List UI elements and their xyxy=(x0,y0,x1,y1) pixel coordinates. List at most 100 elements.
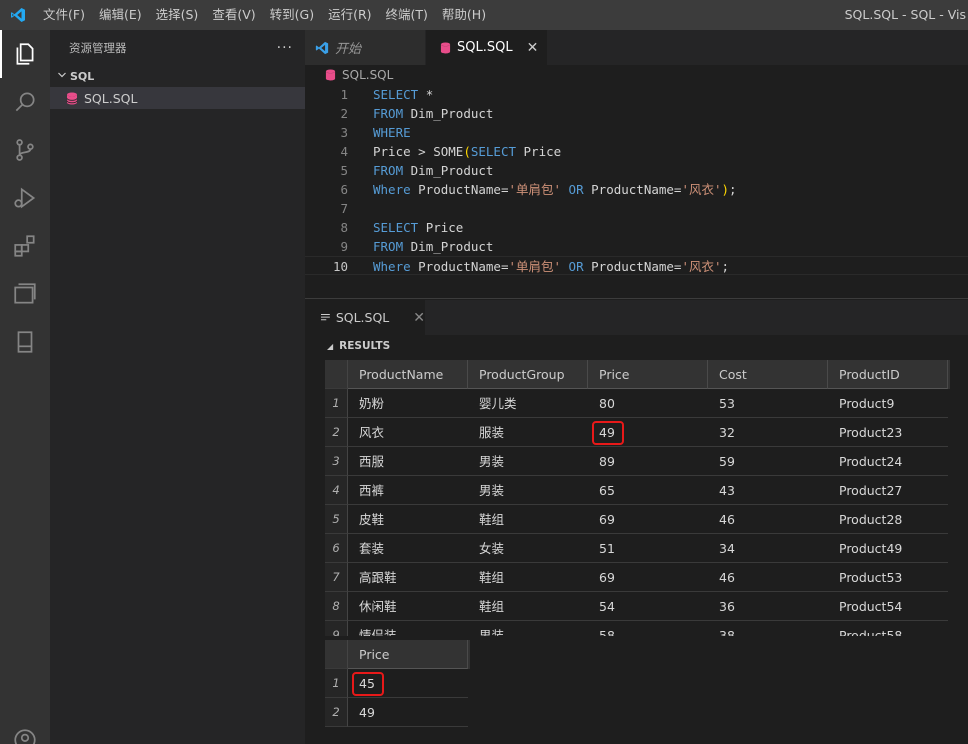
menu-item[interactable]: 编辑(E) xyxy=(92,0,149,30)
table-row[interactable]: 3 西服 男装 89 59 Product24 xyxy=(325,447,950,476)
table-cell[interactable]: 80 xyxy=(588,389,708,418)
menu-item[interactable]: 转到(G) xyxy=(263,0,321,30)
code-line[interactable]: 1 SELECT * xyxy=(305,85,968,104)
menu-item[interactable]: 查看(V) xyxy=(205,0,262,30)
table-cell[interactable]: 奶粉 xyxy=(348,389,468,418)
notebook-icon[interactable] xyxy=(0,318,50,366)
table-cell[interactable]: 鞋组 xyxy=(468,505,588,534)
table-cell[interactable]: Product53 xyxy=(828,563,948,592)
column-header[interactable]: Price xyxy=(588,360,708,389)
table-cell[interactable]: Product27 xyxy=(828,476,948,505)
extensions-icon[interactable] xyxy=(0,222,50,270)
table-cell[interactable]: 89 xyxy=(588,447,708,476)
table-cell[interactable]: 59 xyxy=(708,447,828,476)
table-cell[interactable]: 男装 xyxy=(468,621,588,636)
table-row[interactable]: 4 西裤 男装 65 43 Product27 xyxy=(325,476,950,505)
table-cell[interactable]: 38 xyxy=(708,621,828,636)
table-row[interactable]: 9 情侣装 男装 58 38 Product58 xyxy=(325,621,950,636)
table-cell[interactable]: 高跟鞋 xyxy=(348,563,468,592)
code-line[interactable]: 10 Where ProductName='单肩包' OR ProductName… xyxy=(305,256,968,275)
table-cell[interactable]: 34 xyxy=(708,534,828,563)
table-cell[interactable]: 36 xyxy=(708,592,828,621)
table-cell[interactable]: 43 xyxy=(708,476,828,505)
code-editor[interactable]: 1 SELECT * 2 FROM Dim_Product 3 WHERE 4 Price >… xyxy=(305,85,968,285)
code-line[interactable]: 5 FROM Dim_Product xyxy=(305,161,968,180)
table-cell[interactable]: 鞋组 xyxy=(468,563,588,592)
breadcrumb[interactable]: SQL.SQL xyxy=(305,65,393,85)
table-cell[interactable]: 65 xyxy=(588,476,708,505)
table-cell[interactable]: 53 xyxy=(708,389,828,418)
column-header[interactable]: ProductName xyxy=(348,360,468,389)
table-cell[interactable]: 休闲鞋 xyxy=(348,592,468,621)
code-line[interactable]: 8 SELECT Price xyxy=(305,218,968,237)
column-header[interactable]: Price xyxy=(348,640,468,669)
code-line[interactable]: 6 Where ProductName='单肩包' OR ProductName=… xyxy=(305,180,968,199)
code-line[interactable]: 9 FROM Dim_Product xyxy=(305,237,968,256)
connections-icon[interactable] xyxy=(0,270,50,318)
code-line[interactable]: 7 xyxy=(305,199,968,218)
table-row[interactable]: 8 休闲鞋 鞋组 54 36 Product54 xyxy=(325,592,950,621)
code-line[interactable]: 2 FROM Dim_Product xyxy=(305,104,968,123)
results-header[interactable]: ◢ RESULTS xyxy=(327,340,390,352)
table-cell[interactable]: Product23 xyxy=(828,418,948,447)
table-row[interactable]: 2 49 xyxy=(325,698,470,727)
table-cell[interactable]: 皮鞋 xyxy=(348,505,468,534)
table-cell[interactable]: 西服 xyxy=(348,447,468,476)
table-cell[interactable]: Product9 xyxy=(828,389,948,418)
close-icon[interactable]: ✕ xyxy=(413,310,425,326)
file-sql-sql[interactable]: SQL.SQL xyxy=(50,87,305,109)
code-line[interactable]: 4 Price > SOME(SELECT Price xyxy=(305,142,968,161)
column-header[interactable]: Cost xyxy=(708,360,828,389)
table-cell[interactable]: 服装 xyxy=(468,418,588,447)
table-cell[interactable]: 54 xyxy=(588,592,708,621)
table-cell[interactable]: 风衣 xyxy=(348,418,468,447)
account-icon[interactable] xyxy=(0,716,50,744)
table-cell[interactable]: Product49 xyxy=(828,534,948,563)
table-cell[interactable]: 51 xyxy=(588,534,708,563)
results-grid-2[interactable]: Price 1 45 2 49 xyxy=(325,640,470,727)
table-cell[interactable]: 男装 xyxy=(468,447,588,476)
code-line[interactable]: 3 WHERE xyxy=(305,123,968,142)
table-cell[interactable]: Product28 xyxy=(828,505,948,534)
table-cell[interactable]: 46 xyxy=(708,505,828,534)
menu-item[interactable]: 选择(S) xyxy=(149,0,206,30)
results-grid-1[interactable]: ProductName ProductGroup Price Cost ProductI… xyxy=(325,360,950,636)
table-cell[interactable]: 情侣装 xyxy=(348,621,468,636)
table-cell[interactable]: Product58 xyxy=(828,621,948,636)
results-tab-sql[interactable]: SQL.SQL ✕ xyxy=(305,300,425,335)
table-row[interactable]: 1 奶粉 婴儿类 80 53 Product9 xyxy=(325,389,950,418)
table-cell[interactable]: 32 xyxy=(708,418,828,447)
table-cell[interactable]: 婴儿类 xyxy=(468,389,588,418)
column-header[interactable]: ProductGroup xyxy=(468,360,588,389)
close-icon[interactable]: ✕ xyxy=(527,40,539,56)
table-cell[interactable]: 49 xyxy=(588,418,708,447)
table-row[interactable]: 7 高跟鞋 鞋组 69 46 Product53 xyxy=(325,563,950,592)
tab-start[interactable]: 开始 xyxy=(305,30,426,65)
table-cell[interactable]: 鞋组 xyxy=(468,592,588,621)
explorer-icon[interactable] xyxy=(0,30,50,78)
run-debug-icon[interactable] xyxy=(0,174,50,222)
table-cell[interactable]: 58 xyxy=(588,621,708,636)
column-header[interactable]: ProductID xyxy=(828,360,948,389)
source-control-icon[interactable] xyxy=(0,126,50,174)
table-cell[interactable]: 套装 xyxy=(348,534,468,563)
table-cell[interactable]: 49 xyxy=(348,698,468,727)
table-cell[interactable]: Product24 xyxy=(828,447,948,476)
menu-item[interactable]: 终端(T) xyxy=(379,0,435,30)
table-row[interactable]: 6 套装 女装 51 34 Product49 xyxy=(325,534,950,563)
table-cell[interactable]: Product54 xyxy=(828,592,948,621)
table-cell[interactable]: 69 xyxy=(588,563,708,592)
table-cell[interactable]: 西裤 xyxy=(348,476,468,505)
tab-sql-sql[interactable]: SQL.SQL ✕ xyxy=(426,30,548,65)
menu-item[interactable]: 帮助(H) xyxy=(435,0,493,30)
table-cell[interactable]: 45 xyxy=(348,669,468,698)
menu-item[interactable]: 运行(R) xyxy=(321,0,378,30)
table-row[interactable]: 5 皮鞋 鞋组 69 46 Product28 xyxy=(325,505,950,534)
table-row[interactable]: 2 风衣 服装 49 32 Product23 xyxy=(325,418,950,447)
search-icon[interactable] xyxy=(0,78,50,126)
table-cell[interactable]: 46 xyxy=(708,563,828,592)
table-row[interactable]: 1 45 xyxy=(325,669,470,698)
table-cell[interactable]: 69 xyxy=(588,505,708,534)
more-actions-button[interactable]: ··· xyxy=(277,40,293,56)
menu-item[interactable]: 文件(F) xyxy=(36,0,92,30)
